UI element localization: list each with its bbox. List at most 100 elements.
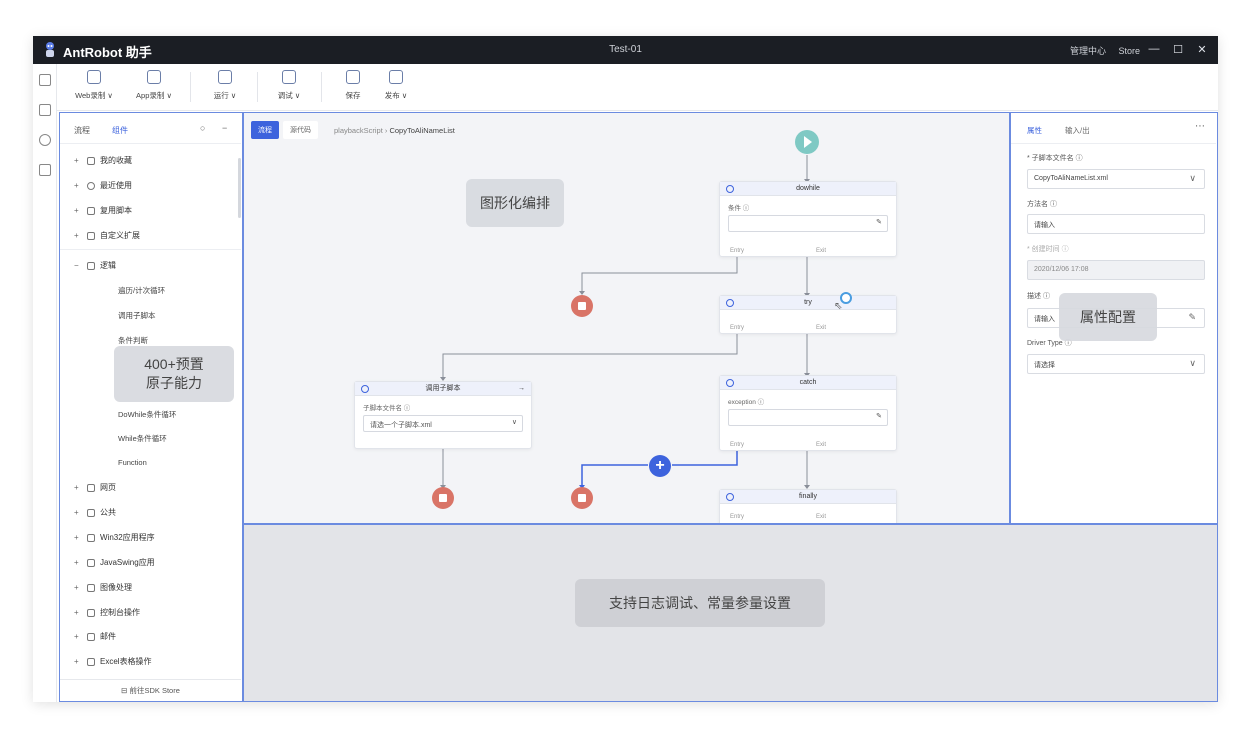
tree-group-excel[interactable]: + Excel表格操作 xyxy=(74,656,152,667)
java-icon xyxy=(87,558,95,567)
node-try[interactable]: try Entry Exit xyxy=(719,295,897,334)
create-time-field: 2020/12/06 17:08 xyxy=(1027,260,1205,280)
minimize-icon[interactable]: — xyxy=(1148,41,1160,57)
divider xyxy=(60,143,241,144)
project-icon[interactable] xyxy=(39,74,51,86)
node-type-icon xyxy=(726,299,734,307)
log-panel: 支持日志调试、常量参量设置 xyxy=(243,524,1218,702)
tree-group-favorites[interactable]: + 我的收藏 xyxy=(74,155,132,166)
end-node-icon[interactable] xyxy=(432,487,454,509)
excel-icon xyxy=(87,657,95,666)
grid-icon xyxy=(87,206,95,215)
save-button[interactable]: 保存 xyxy=(339,70,367,101)
tree-group-reuse[interactable]: + 复用脚本 xyxy=(74,205,132,216)
web-record-button[interactable]: Web录制 ∨ xyxy=(71,70,117,101)
tree-group-javaswing[interactable]: + JavaSwing应用 xyxy=(74,557,155,568)
toolbar: Web录制 ∨ App录制 ∨ 运行 ∨ 调试 ∨ 保存 发布 ∨ xyxy=(57,64,1218,111)
toolbar-divider xyxy=(321,72,322,102)
chevron-down-icon: ∨ xyxy=(1189,358,1196,368)
admin-center-link[interactable]: 管理中心 xyxy=(1070,46,1106,56)
chevron-down-icon: ∨ xyxy=(1189,173,1196,183)
node-type-icon xyxy=(361,385,369,393)
node-type-icon xyxy=(726,379,734,387)
tree-group-logic[interactable]: − 逻辑 xyxy=(74,260,116,271)
window-icon xyxy=(87,533,95,542)
subscript-select[interactable]: 请选一个子脚本.xml ∨ xyxy=(363,415,523,432)
tree-group-image[interactable]: + 图像处理 xyxy=(74,582,132,593)
mail-icon xyxy=(87,632,95,641)
store-link[interactable]: Store xyxy=(1118,46,1140,56)
close-icon[interactable]: ✕ xyxy=(1196,41,1208,57)
calendar-icon[interactable] xyxy=(39,164,51,176)
settings-icon[interactable] xyxy=(39,134,51,146)
edit-icon[interactable]: ✎ xyxy=(876,412,882,420)
exception-input[interactable]: ✎ xyxy=(728,409,888,426)
bug-icon xyxy=(282,70,296,84)
run-button[interactable]: 运行 ∨ xyxy=(207,70,243,101)
component-sidebar: 流程 组件 ○ − + 我的收藏 + 最近使用 + 复用脚本 + 自定义扩展 − 逻辑 遍… xyxy=(59,112,243,702)
window-controls: — ☐ ✕ xyxy=(1148,41,1208,57)
title-bar: AntRobot 助手 Test-01 管理中心 Store — ☐ ✕ xyxy=(33,36,1218,64)
arrow-right-icon[interactable]: → xyxy=(518,382,525,396)
edit-icon[interactable]: ✎ xyxy=(1188,312,1196,323)
end-node-icon[interactable] xyxy=(571,487,593,509)
node-subscript[interactable]: 调用子脚本 → 子脚本文件名 ⓘ 请选一个子脚本.xml ∨ xyxy=(354,381,532,449)
tab-io[interactable]: 输入/出 xyxy=(1065,125,1090,136)
tree-item-loop[interactable]: 遍历/计次循环 xyxy=(118,285,165,296)
publish-button[interactable]: 发布 ∨ xyxy=(379,70,413,101)
toolbar-divider xyxy=(190,72,191,102)
dowhile-condition-input[interactable]: ✎ xyxy=(728,215,888,232)
start-node-icon[interactable] xyxy=(795,130,819,154)
tree-item-dowhile[interactable]: DoWhile条件循环 xyxy=(118,409,176,420)
subscript-filename-select[interactable]: CopyToAliNameList.xml ∨ xyxy=(1027,169,1205,189)
terminal-icon xyxy=(87,608,95,617)
tree-group-custom[interactable]: + 自定义扩展 xyxy=(74,230,140,241)
tree-group-console[interactable]: + 控制台操作 xyxy=(74,607,140,618)
end-node-icon[interactable] xyxy=(571,295,593,317)
node-dowhile[interactable]: dowhile 条件 ⓘ ✎ Entry Exit xyxy=(719,181,897,257)
add-node-icon[interactable]: + xyxy=(649,455,671,477)
send-icon xyxy=(389,70,403,84)
sdk-store-link[interactable]: ⊟ 前往SDK Store xyxy=(60,679,241,701)
node-catch[interactable]: catch exception ⓘ ✎ Entry Exit xyxy=(719,375,897,451)
method-name-input[interactable]: 请输入 xyxy=(1027,214,1205,234)
feature-caption-props: 属性配置 xyxy=(1059,293,1157,341)
tree-group-win32[interactable]: + Win32应用程序 xyxy=(74,532,155,543)
maximize-icon[interactable]: ☐ xyxy=(1172,41,1184,57)
image-icon xyxy=(87,583,95,592)
tree-item-condition[interactable]: 条件判断 xyxy=(118,335,148,346)
tree-group-mail[interactable]: + 邮件 xyxy=(74,631,116,642)
node-finally[interactable]: finally Entry Exit xyxy=(719,489,897,523)
cursor-icon: ⇖ xyxy=(834,301,843,312)
chevron-down-icon: ∨ xyxy=(511,419,517,426)
logic-icon xyxy=(87,261,95,270)
feature-caption-atomic: 400+预置 原子能力 xyxy=(114,346,234,402)
search-icon[interactable]: ○ xyxy=(200,123,205,133)
tab-properties[interactable]: 属性 xyxy=(1027,125,1042,136)
more-icon[interactable]: ⋯ xyxy=(1195,121,1205,132)
flow-canvas[interactable]: 流程 源代码 playbackScript › CopyToAliNameLis… xyxy=(243,112,1010,524)
feature-caption-log: 支持日志调试、常量参量设置 xyxy=(575,579,825,627)
star-icon xyxy=(87,156,95,165)
web-icon xyxy=(87,483,95,492)
sidebar-scrollbar[interactable] xyxy=(238,158,241,218)
debug-button[interactable]: 调试 ∨ xyxy=(271,70,307,101)
tab-components[interactable]: 组件 xyxy=(112,125,128,136)
tree-item-function[interactable]: Function xyxy=(118,458,147,467)
tree-group-web[interactable]: + 网页 xyxy=(74,482,116,493)
monitor-icon xyxy=(87,70,101,84)
collapse-icon[interactable]: − xyxy=(222,123,227,133)
sidebar-tabs: 流程 组件 ○ − xyxy=(60,113,242,143)
divider xyxy=(60,249,241,250)
window-title: Test-01 xyxy=(609,44,642,55)
app-window: AntRobot 助手 Test-01 管理中心 Store — ☐ ✕ Web… xyxy=(33,36,1218,702)
component-icon[interactable] xyxy=(39,104,51,116)
tree-item-while[interactable]: While条件循环 xyxy=(118,433,167,444)
edit-icon[interactable]: ✎ xyxy=(876,218,882,226)
driver-type-select[interactable]: 请选择 ∨ xyxy=(1027,354,1205,374)
app-record-button[interactable]: App录制 ∨ xyxy=(131,70,177,101)
tree-group-recent[interactable]: + 最近使用 xyxy=(74,180,132,191)
tab-flow[interactable]: 流程 xyxy=(74,125,90,136)
tree-group-common[interactable]: + 公共 xyxy=(74,507,116,518)
tree-item-call-subscript[interactable]: 调用子脚本 xyxy=(118,310,156,321)
